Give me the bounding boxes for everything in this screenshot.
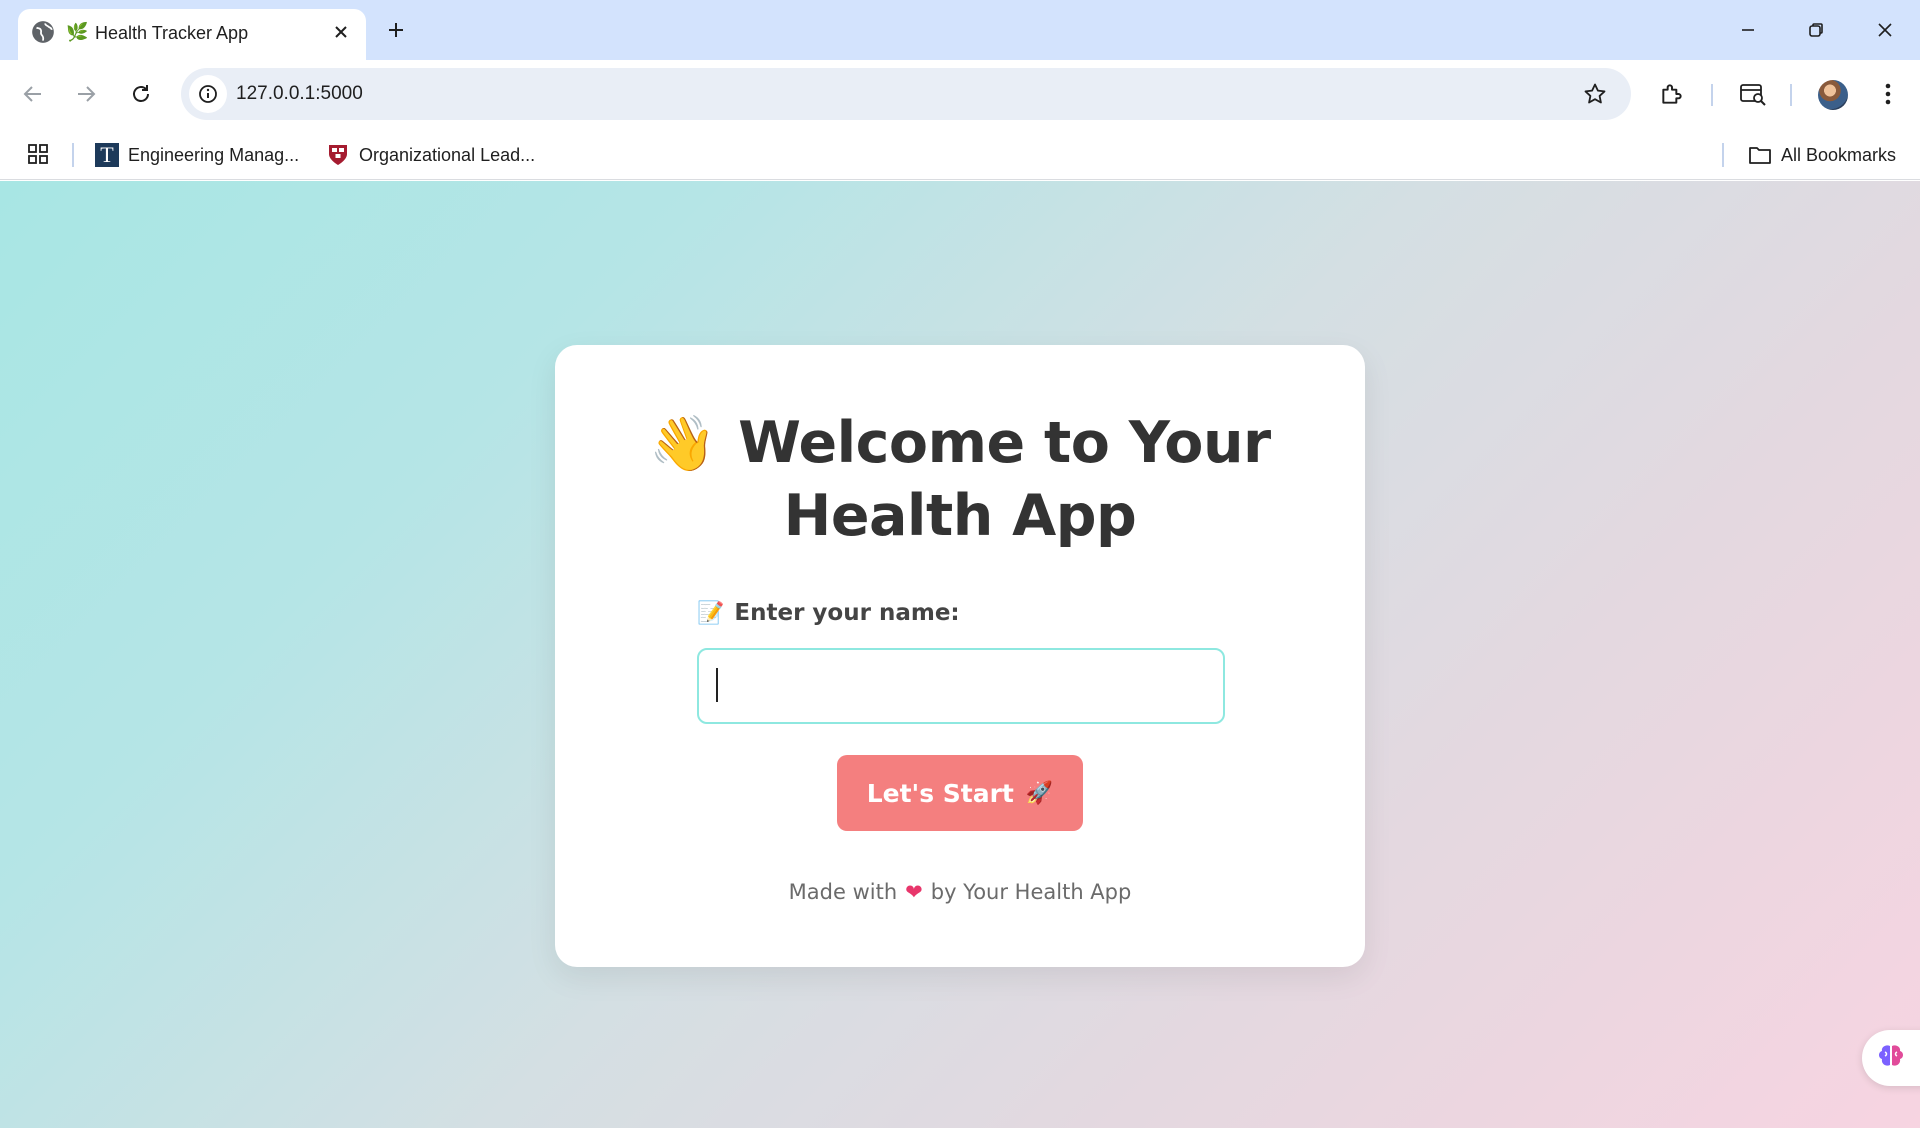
toolbar-divider: [1711, 84, 1713, 106]
all-bookmarks-button[interactable]: All Bookmarks: [1748, 140, 1896, 170]
brain-extension-widget[interactable]: [1862, 1030, 1920, 1086]
folder-icon: [1748, 143, 1772, 167]
bookmarks-divider: [72, 143, 74, 167]
profile-avatar[interactable]: [1818, 80, 1848, 110]
browser-toolbar: 127.0.0.1:5000: [0, 60, 1920, 130]
heart-icon: ❤: [905, 880, 923, 904]
bookmark-organizational[interactable]: Organizational Lead...: [326, 140, 535, 170]
nyt-t-icon: T: [95, 143, 119, 167]
apps-grid-icon[interactable]: [26, 142, 50, 166]
back-arrow-icon[interactable]: [13, 74, 53, 114]
page-title: 👋 Welcome to Your Health App: [555, 407, 1365, 552]
memo-icon: 📝: [697, 601, 725, 626]
footer-suffix: by Your Health App: [930, 880, 1132, 904]
rocket-icon: 🚀: [1025, 780, 1054, 806]
bookmarks-bar: T Engineering Manag... Organizational Le…: [0, 130, 1920, 180]
tab-strip: 🌿 Health Tracker App: [0, 0, 1920, 60]
minimize-window-icon[interactable]: [1728, 12, 1768, 48]
browser-tab[interactable]: 🌿 Health Tracker App: [18, 9, 366, 60]
page-viewport: 👋 Welcome to Your Health App 📝 Enter your …: [0, 181, 1920, 1128]
harvard-shield-icon: [326, 143, 350, 167]
close-window-icon[interactable]: [1865, 12, 1905, 48]
all-bookmarks-label: All Bookmarks: [1781, 144, 1897, 165]
name-label: 📝 Enter your name:: [697, 598, 960, 629]
site-info-icon[interactable]: [189, 75, 227, 113]
start-button[interactable]: Let's Start 🚀: [837, 755, 1083, 831]
footer-note: Made with ❤ by Your Health App: [555, 877, 1365, 907]
restore-window-icon[interactable]: [1796, 12, 1836, 48]
bookmark-star-icon[interactable]: [1581, 80, 1609, 108]
waving-hand-icon: 👋: [649, 412, 717, 475]
globe-icon: [30, 19, 56, 45]
tab-title: Health Tracker App: [95, 23, 249, 43]
brain-icon: [1876, 1042, 1906, 1075]
tab-favicon: 🌿: [66, 22, 89, 42]
bookmark-engineering[interactable]: T Engineering Manag...: [95, 140, 299, 170]
name-input[interactable]: [697, 648, 1225, 724]
start-button-label: Let's Start: [866, 778, 1014, 808]
address-bar[interactable]: 127.0.0.1:5000: [181, 68, 1631, 120]
bookmark-label: Engineering Manag...: [128, 144, 300, 165]
bookmarks-divider: [1722, 143, 1724, 167]
forward-arrow-icon[interactable]: [66, 74, 106, 114]
reload-icon[interactable]: [121, 74, 161, 114]
bookmark-label: Organizational Lead...: [359, 144, 536, 165]
new-tab-button[interactable]: [380, 14, 412, 46]
extensions-puzzle-icon[interactable]: [1652, 74, 1692, 114]
tab-search-icon[interactable]: [1733, 74, 1773, 114]
name-label-text: Enter your name:: [734, 600, 960, 626]
close-tab-icon[interactable]: [328, 19, 354, 45]
url-text[interactable]: 127.0.0.1:5000: [236, 82, 363, 106]
welcome-card: 👋 Welcome to Your Health App 📝 Enter your …: [555, 345, 1365, 967]
footer-prefix: Made with: [788, 880, 898, 904]
page-title-text: Welcome to Your Health App: [738, 410, 1271, 549]
toolbar-divider: [1790, 84, 1792, 106]
more-menu-icon[interactable]: [1868, 74, 1908, 114]
text-cursor: [716, 668, 718, 702]
